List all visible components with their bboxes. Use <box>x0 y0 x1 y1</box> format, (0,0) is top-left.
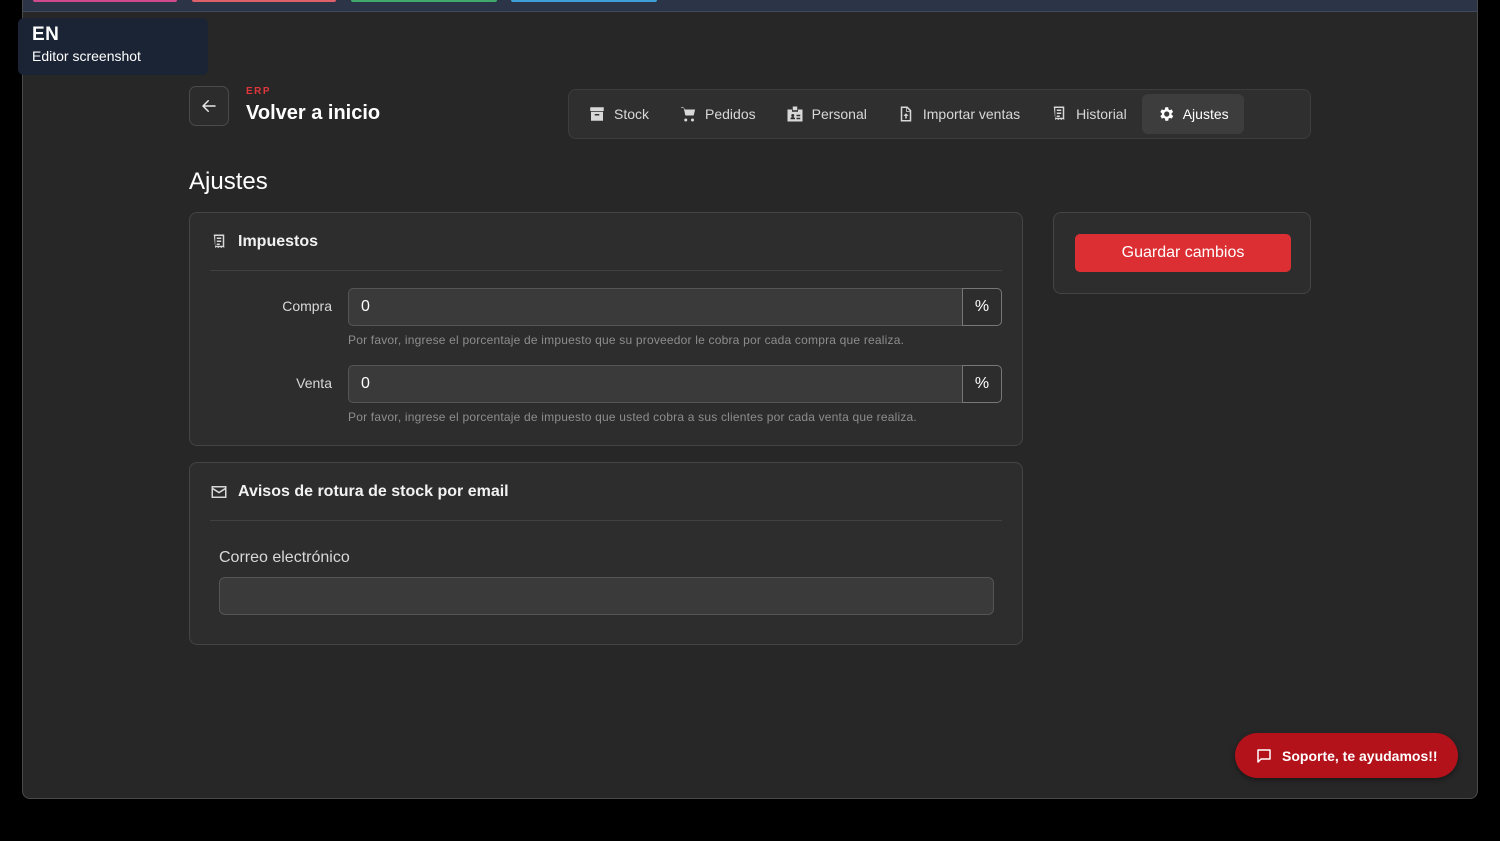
tab-indicator <box>511 0 657 2</box>
nav-historial[interactable]: Historial <box>1035 94 1142 134</box>
support-button-label: Soporte, te ayudamos!! <box>1282 747 1438 764</box>
envelope-icon <box>211 485 227 498</box>
tab-indicator <box>192 0 336 2</box>
purchase-tax-label: Compra <box>282 298 332 314</box>
email-input[interactable] <box>219 577 994 615</box>
stock-alerts-card: Avisos de rotura de stock por email Corr… <box>189 462 1023 645</box>
nav-importar-ventas-label: Importar ventas <box>922 106 1021 122</box>
language-caption: Editor screenshot <box>32 48 141 64</box>
purchase-tax-field: % <box>348 288 1002 326</box>
taxes-card: Impuestos Compra % Por favor, ingrese el… <box>189 212 1023 446</box>
sale-percent-addon: % <box>962 365 1002 403</box>
sale-tax-input[interactable] <box>348 365 962 403</box>
support-button[interactable]: Soporte, te ayudamos!! <box>1235 733 1458 778</box>
sale-tax-help: Por favor, ingrese el porcentaje de impu… <box>348 410 917 424</box>
nav-stock[interactable]: Stock <box>573 94 664 134</box>
stock-alerts-card-title: Avisos de rotura de stock por email <box>238 482 509 500</box>
taxes-card-header: Impuestos <box>210 213 1002 271</box>
receipt-icon <box>213 234 225 248</box>
cart-icon <box>681 107 696 122</box>
nav-ajustes-label: Ajustes <box>1182 106 1229 122</box>
tab-indicator <box>33 0 177 2</box>
sale-tax-label: Venta <box>296 375 332 391</box>
nav-historial-label: Historial <box>1076 106 1127 122</box>
actions-card: Guardar cambios <box>1053 212 1311 294</box>
badge-icon <box>787 106 803 122</box>
purchase-tax-input[interactable] <box>348 288 962 326</box>
chat-icon <box>1257 748 1271 763</box>
file-upload-icon <box>900 106 912 122</box>
nav-stock-label: Stock <box>614 106 650 122</box>
back-button[interactable] <box>189 86 229 126</box>
nav-importar-ventas[interactable]: Importar ventas <box>882 94 1035 134</box>
back-to-home-title[interactable]: Volver a inicio <box>246 102 380 125</box>
purchase-percent-addon: % <box>962 288 1002 326</box>
language-badge: EN Editor screenshot <box>18 18 208 75</box>
section-label: ERP <box>246 86 272 97</box>
browser-tab-strip <box>23 0 1477 12</box>
taxes-card-title: Impuestos <box>238 232 319 250</box>
main-navigation: Stock Pedidos Personal Importar ventas H… <box>568 89 1311 139</box>
page-title: Ajustes <box>189 168 268 195</box>
stock-alerts-card-header: Avisos de rotura de stock por email <box>210 463 1002 521</box>
email-label: Correo electrónico <box>219 549 350 566</box>
receipt-icon <box>1053 106 1065 120</box>
nav-personal[interactable]: Personal <box>771 94 882 134</box>
sale-tax-field: % <box>348 365 1002 403</box>
nav-ajustes[interactable]: Ajustes <box>1141 94 1244 134</box>
nav-personal-label: Personal <box>811 106 867 122</box>
purchase-tax-help: Por favor, ingrese el porcentaje de impu… <box>348 333 905 347</box>
nav-pedidos-label: Pedidos <box>705 106 756 122</box>
gear-icon <box>1160 107 1173 121</box>
nav-pedidos[interactable]: Pedidos <box>664 94 771 134</box>
arrow-left-icon <box>202 100 216 112</box>
archive-icon <box>590 107 604 121</box>
tab-indicator <box>351 0 497 2</box>
language-code: EN <box>32 24 60 45</box>
save-changes-button[interactable]: Guardar cambios <box>1075 234 1291 272</box>
